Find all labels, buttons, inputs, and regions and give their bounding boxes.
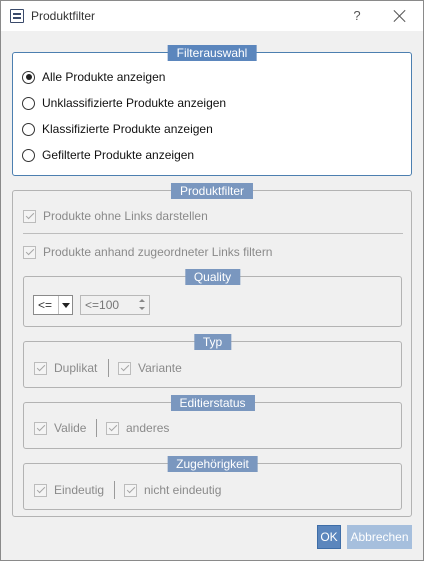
checkbox[interactable]	[23, 209, 36, 223]
operator-select[interactable]: <=	[33, 295, 73, 315]
divider	[96, 419, 97, 437]
close-icon[interactable]	[392, 8, 408, 24]
checkbox[interactable]	[34, 361, 47, 375]
typ-legend: Typ	[193, 334, 232, 350]
quality-spinbox[interactable]: <=100	[80, 295, 150, 315]
checkbox-label: nicht eindeutig	[144, 483, 222, 497]
checkbox[interactable]	[34, 483, 47, 497]
cancel-button[interactable]: Abbrechen	[347, 525, 412, 549]
filterauswahl-group: Filterauswahl Alle Produkte anzeigen Unk…	[12, 45, 412, 176]
checkbox-nicht-eindeutig[interactable]: nicht eindeutig	[124, 482, 221, 498]
checkbox-label: Produkte anhand zugeordneter Links filte…	[43, 245, 273, 259]
radio-klassifizierte-produkte[interactable]: Klassifizierte Produkte anzeigen	[22, 120, 213, 138]
checkbox-label: Valide	[54, 421, 87, 435]
zugehoerigkeit-legend: Zugehörigkeit	[167, 456, 258, 472]
checkbox-label: Produkte ohne Links darstellen	[43, 209, 208, 223]
help-button[interactable]: ?	[350, 8, 364, 23]
spin-down-icon[interactable]	[137, 305, 148, 313]
quality-legend: Quality	[184, 269, 241, 285]
checkbox-valide[interactable]: Valide	[34, 420, 86, 436]
checkbox-eindeutig[interactable]: Eindeutig	[34, 482, 104, 498]
checkbox-variante[interactable]: Variante	[118, 360, 182, 376]
checkbox-label: anderes	[126, 421, 170, 435]
radio-label: Alle Produkte anzeigen	[42, 70, 166, 84]
checkbox[interactable]	[124, 483, 137, 497]
filterauswahl-legend: Filterauswahl	[167, 45, 257, 61]
radio-button[interactable]	[22, 148, 35, 162]
spin-up-icon[interactable]	[137, 297, 148, 305]
radio-button[interactable]	[22, 122, 35, 136]
checkbox[interactable]	[118, 361, 131, 375]
chevron-down-icon[interactable]	[58, 296, 72, 314]
checkbox-links-filtern[interactable]: Produkte anhand zugeordneter Links filte…	[23, 244, 272, 260]
checkbox[interactable]	[34, 421, 47, 435]
radio-button[interactable]	[22, 70, 35, 84]
checkbox-label: Variante	[138, 361, 182, 375]
radio-label: Unklassifizierte Produkte anzeigen	[42, 96, 227, 110]
checkbox-duplikat[interactable]: Duplikat	[34, 360, 97, 376]
checkbox[interactable]	[106, 421, 119, 435]
divider	[23, 233, 403, 234]
operator-value: <=	[38, 298, 53, 312]
radio-gefilterte-produkte[interactable]: Gefilterte Produkte anzeigen	[22, 146, 194, 164]
radio-unklassifizierte-produkte[interactable]: Unklassifizierte Produkte anzeigen	[22, 94, 226, 112]
checkbox-anderes[interactable]: anderes	[106, 420, 169, 436]
radio-button[interactable]	[22, 96, 35, 110]
app-window-icon	[10, 9, 24, 23]
checkbox[interactable]	[23, 245, 36, 259]
ok-button[interactable]: OK	[317, 525, 341, 549]
checkbox-produkte-ohne-links[interactable]: Produkte ohne Links darstellen	[23, 208, 208, 224]
editierstatus-legend: Editierstatus	[170, 395, 255, 411]
dialog-content: Filterauswahl Alle Produkte anzeigen Unk…	[1, 31, 423, 560]
radio-label: Klassifizierte Produkte anzeigen	[42, 122, 213, 136]
checkbox-label: Eindeutig	[54, 483, 105, 497]
divider	[114, 481, 115, 499]
title-bar: Produktfilter ?	[1, 1, 423, 31]
divider	[108, 359, 109, 377]
produktfilter-dialog: Produktfilter ? Filterauswahl Alle Produ…	[0, 0, 424, 561]
radio-label: Gefilterte Produkte anzeigen	[42, 148, 195, 162]
dialog-title: Produktfilter	[31, 9, 96, 23]
produktfilter-legend: Produktfilter	[170, 183, 254, 199]
quality-value: <=100	[85, 298, 120, 312]
radio-alle-produkte[interactable]: Alle Produkte anzeigen	[22, 68, 165, 86]
checkbox-label: Duplikat	[54, 361, 98, 375]
